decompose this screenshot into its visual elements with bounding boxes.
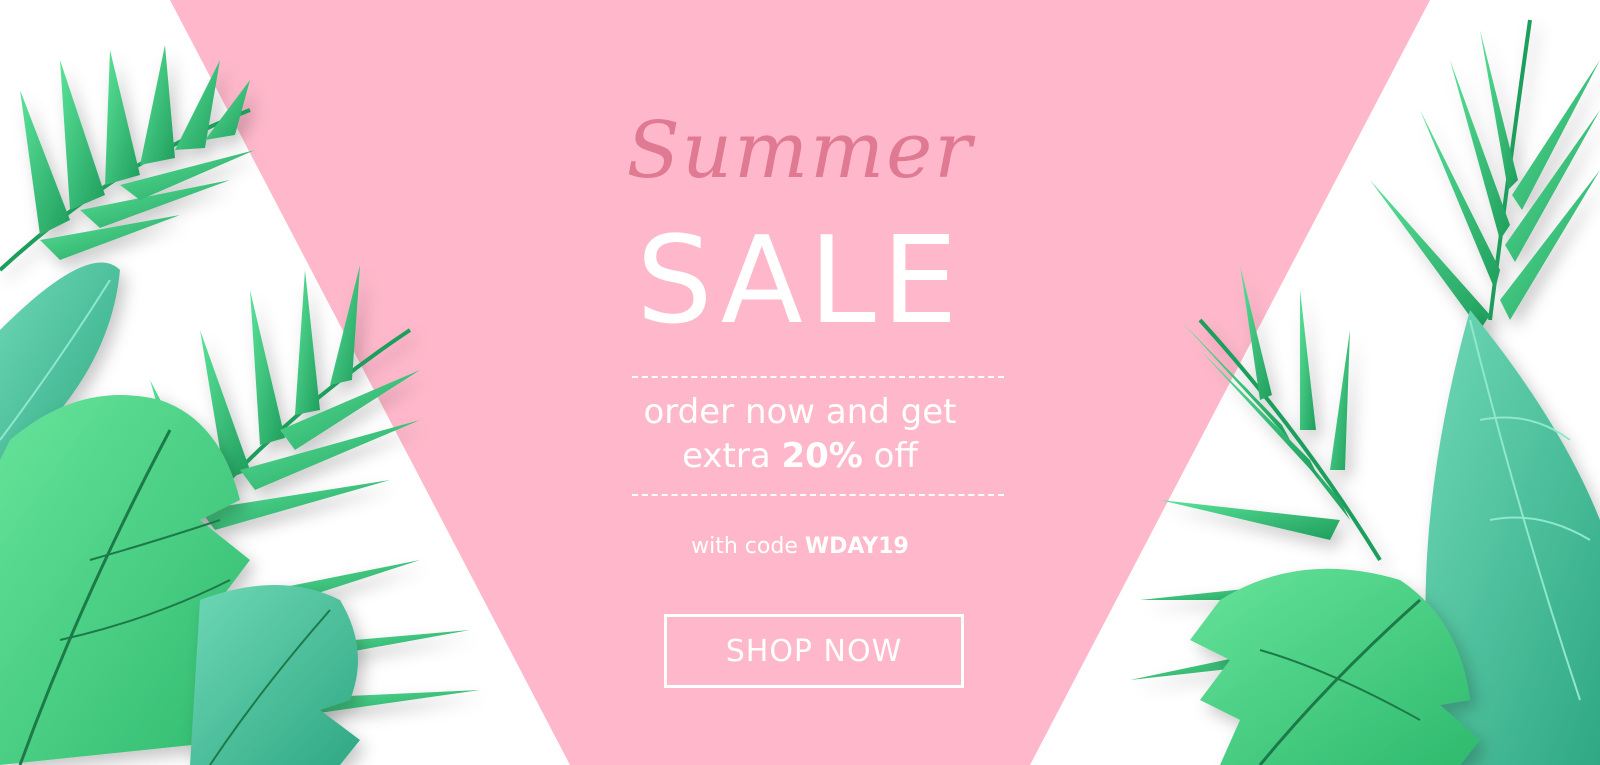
summer-sale-banner: Summer SALE order now and get extra 20% …: [0, 0, 1600, 765]
code-prefix: with code: [691, 534, 805, 559]
offer-line-1: order now and get: [643, 392, 957, 432]
discount-percent: 20%: [781, 436, 863, 476]
promo-code-line: with code WDAY19: [560, 534, 1040, 559]
left-palm-frond-1: [0, 45, 255, 272]
promo-code: WDAY19: [804, 534, 909, 559]
summer-script-heading: Summer: [626, 106, 974, 196]
divider-bottom: [632, 494, 1004, 496]
offer-line-2: extra 20% off: [560, 436, 1040, 477]
right-palm-frond-1: [1370, 19, 1600, 330]
left-monstera-leaf-2: [190, 585, 360, 765]
sale-heading: SALE: [636, 212, 964, 351]
offer-prefix: extra: [682, 436, 782, 476]
divider-top: [632, 376, 1004, 378]
offer-suffix: off: [862, 436, 918, 476]
shop-now-button[interactable]: SHOP NOW: [664, 614, 964, 688]
